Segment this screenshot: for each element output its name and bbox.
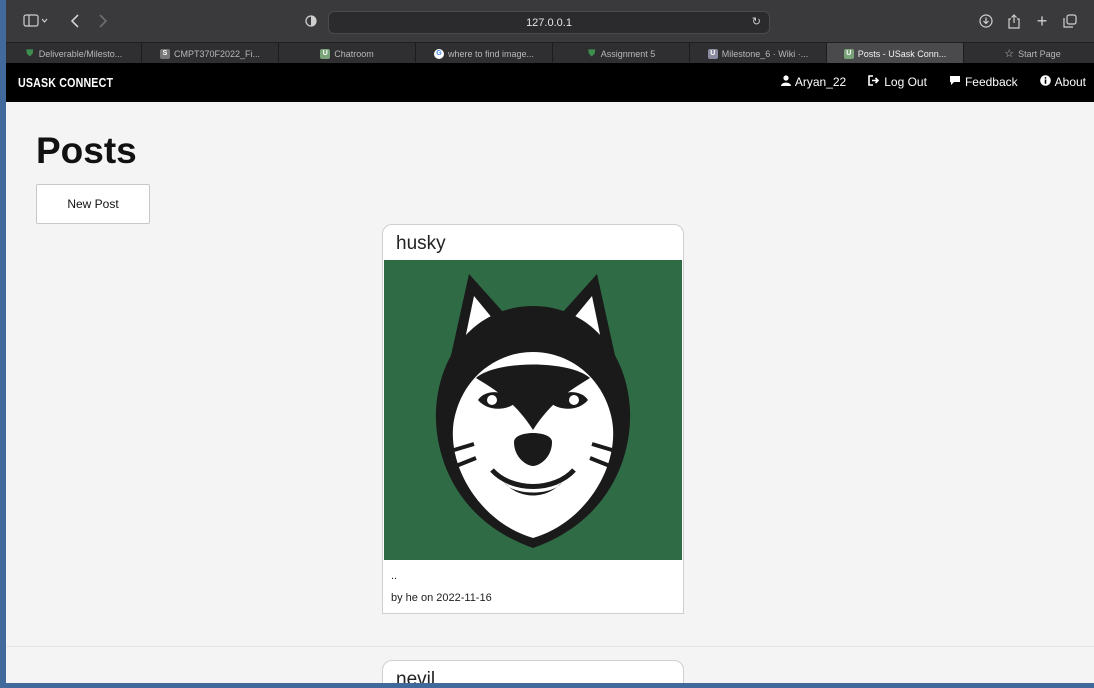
browser-toolbar: 127.0.0.1 ↻ + [6,0,1094,42]
privacy-shield-icon[interactable] [304,11,318,31]
user-icon [780,75,791,89]
section-divider [6,646,1094,647]
forward-icon[interactable] [96,11,110,31]
tab-assignment-5[interactable]: ⛊ Assignment 5 [553,43,690,64]
post-description: .. [391,570,398,582]
tab-label: Assignment 5 [600,48,656,59]
tab-overview-icon[interactable] [1062,11,1078,31]
new-post-button[interactable]: New Post [36,184,150,224]
address-bar[interactable]: 127.0.0.1 ↻ [328,11,770,34]
post-card[interactable]: husky .. by he on 2022-11-16 [382,224,684,614]
tab-label: Deliverable/Milesto... [38,48,123,59]
u-favicon-icon: U [707,48,718,59]
nav-user[interactable]: Aryan_22 [780,75,847,89]
reload-icon[interactable]: ↻ [752,15,761,28]
tab-milestone-wiki[interactable]: U Milestone_6 · Wiki ·... [690,43,827,64]
nav-logout[interactable]: Log Out [868,75,927,89]
nav-links: Aryan_22 Log Out Feedback About [780,75,1086,89]
post-image [384,260,682,560]
post-title: husky [396,233,446,254]
tab-label: Start Page [1018,48,1061,59]
tab-label: Milestone_6 · Wiki ·... [721,48,809,59]
url-text: 127.0.0.1 [526,16,572,29]
tab-posts[interactable]: U Posts - USask Conn... [827,43,964,64]
tab-chatroom[interactable]: U Chatroom [279,43,416,64]
share-icon[interactable] [1006,11,1022,31]
page-title: Posts [36,130,137,171]
tab-label: CMPT370F2022_Fi... [173,48,261,59]
shield-icon: ⛊ [588,48,596,58]
nav-logout-label: Log Out [884,75,927,89]
google-icon: G [433,48,444,59]
tab-label: Chatroom [334,48,374,59]
tab-deliverable[interactable]: ⛊ Deliverable/Milesto... [6,43,142,64]
download-icon[interactable] [978,11,994,31]
s-favicon-icon: S [159,48,170,59]
u-favicon-icon: U [320,48,331,59]
brand-logo[interactable]: USASK CONNECT [18,75,113,90]
browser-window: 127.0.0.1 ↻ + ⛊ Deliverable/Milesto... S… [6,0,1094,683]
tab-start-page[interactable]: ☆ Start Page [964,43,1094,64]
back-icon[interactable] [68,11,82,31]
shield-icon: ⛊ [26,48,34,58]
tab-bar: ⛊ Deliverable/Milesto... S CMPT370F2022_… [6,42,1094,64]
sidebar-toggle-icon[interactable] [20,11,52,31]
tab-cmpt370[interactable]: S CMPT370F2022_Fi... [142,43,279,64]
comment-icon [949,75,961,89]
nav-about[interactable]: About [1039,75,1086,89]
tab-label: where to find image... [447,48,535,59]
nav-about-label: About [1054,75,1086,89]
star-icon: ☆ [1004,48,1015,60]
tab-google-search[interactable]: G where to find image... [416,43,553,64]
logout-icon [868,75,880,89]
husky-mascot-icon [384,260,682,560]
post-card[interactable]: nevil [382,660,684,683]
nav-user-label: Aryan_22 [794,75,847,89]
tab-label: Posts - USask Conn... [857,48,947,59]
u-favicon-icon: U [843,48,854,59]
nav-feedback[interactable]: Feedback [949,75,1018,89]
new-tab-icon[interactable]: + [1034,11,1050,31]
post-title: nevil [396,669,436,683]
info-icon [1039,75,1051,89]
nav-feedback-label: Feedback [964,75,1018,89]
post-meta: by he on 2022-11-16 [391,592,492,604]
site-navbar: USASK CONNECT Aryan_22 Log Out Feedback [6,63,1094,102]
